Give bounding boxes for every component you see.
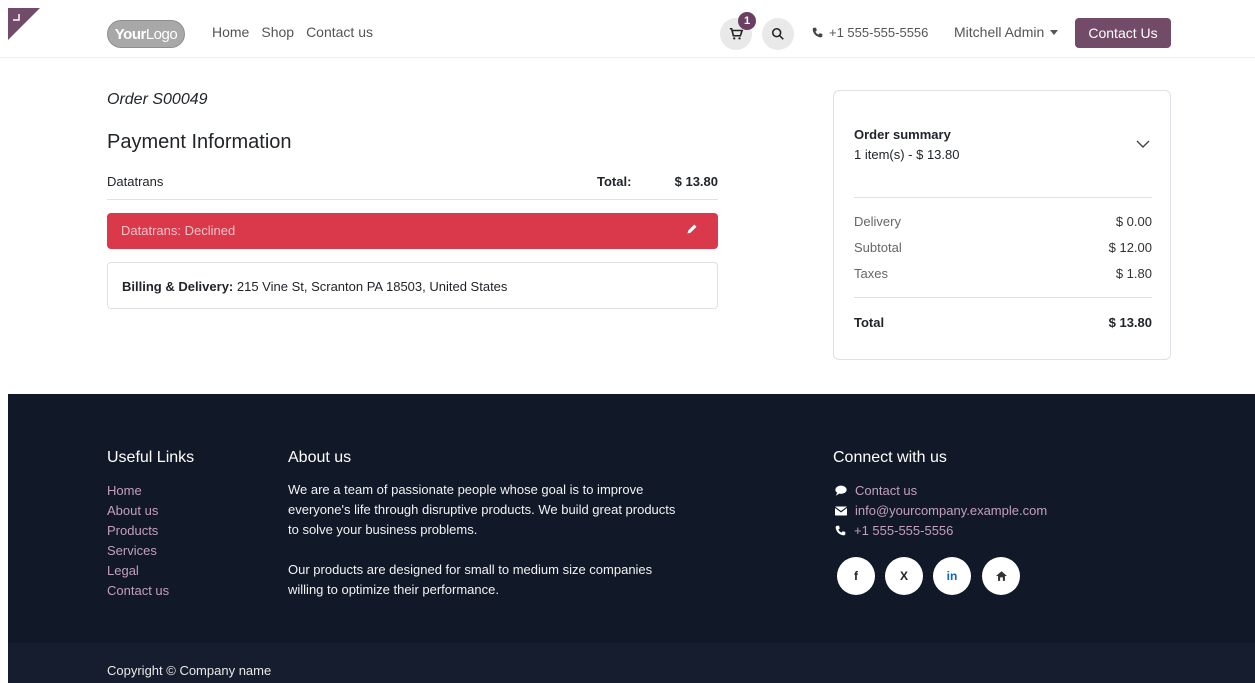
header-phone[interactable]: +1 555-555-5556 xyxy=(812,25,928,40)
facebook-icon[interactable]: f xyxy=(837,557,875,595)
total-value: $ 13.80 xyxy=(674,174,718,189)
row-label: Taxes xyxy=(854,266,888,281)
footer-link-home[interactable]: Home xyxy=(107,483,142,498)
order-summary-card: Order summary 1 item(s) - $ 13.80 Delive… xyxy=(833,90,1171,360)
about-line-2: everyone's life through disruptive produ… xyxy=(288,502,676,517)
chat-bubble-icon xyxy=(835,485,847,496)
summary-row-taxes: Taxes $ 1.80 xyxy=(854,266,1152,281)
footer-link-legal[interactable]: Legal xyxy=(107,563,139,578)
row-label: Delivery xyxy=(854,214,901,229)
chevron-down-icon[interactable] xyxy=(1136,139,1150,149)
about-line-1: We are a team of passionate people whose… xyxy=(288,482,644,497)
home-icon[interactable] xyxy=(982,557,1020,595)
phone-icon xyxy=(835,525,846,536)
nav-shop[interactable]: Shop xyxy=(261,24,294,40)
useful-links-title: Useful Links xyxy=(107,449,195,466)
divider xyxy=(854,297,1152,298)
search-icon xyxy=(771,27,784,40)
cart-button[interactable]: 1 xyxy=(720,12,756,50)
billing-delivery-box: Billing & Delivery: 215 Vine St, Scranto… xyxy=(107,262,718,309)
summary-row-subtotal: Subtotal $ 12.00 xyxy=(854,240,1152,255)
site-header: YourLogo Home Shop Contact us 1 +1 555-5… xyxy=(0,0,1255,58)
phone-number: +1 555-555-5556 xyxy=(829,25,929,40)
chevron-down-icon xyxy=(1050,29,1059,35)
connect-email-label: info@yourcompany.example.com xyxy=(855,503,1048,518)
payment-status-text: Datatrans: Declined xyxy=(121,223,236,238)
house-icon xyxy=(995,571,1007,581)
footer-link-about[interactable]: About us xyxy=(107,503,158,518)
about-line-4: Our products are designed for small to m… xyxy=(288,562,653,577)
row-label: Subtotal xyxy=(854,240,902,255)
order-title: Order S00049 xyxy=(107,91,208,108)
logo-brand: Your xyxy=(114,25,147,43)
footer-link-services[interactable]: Services xyxy=(107,543,157,558)
phone-icon xyxy=(812,27,823,38)
search-button[interactable] xyxy=(762,18,794,50)
connect-email[interactable]: info@yourcompany.example.com xyxy=(835,503,1047,518)
envelope-icon xyxy=(835,506,847,515)
divider xyxy=(854,197,1152,198)
payment-title: Payment Information xyxy=(107,131,292,153)
summary-row-delivery: Delivery $ 0.00 xyxy=(854,214,1152,229)
contact-us-button[interactable]: Contact Us xyxy=(1075,18,1171,48)
connect-contact[interactable]: Contact us xyxy=(835,483,917,498)
total-label: Total xyxy=(854,315,885,330)
main-nav: Home Shop Contact us xyxy=(212,24,373,40)
footer-link-products[interactable]: Products xyxy=(107,523,158,538)
cart-count-badge: 1 xyxy=(738,12,756,30)
summary-total: Total $ 13.80 xyxy=(854,315,1152,330)
row-value: $ 12.00 xyxy=(1108,240,1152,255)
logo-rest: Logo xyxy=(145,25,178,43)
about-title: About us xyxy=(288,449,352,466)
user-menu[interactable]: Mitchell Admin xyxy=(954,24,1059,40)
provider-name: Datatrans xyxy=(107,174,164,189)
site-footer: Useful Links Home About us Products Serv… xyxy=(8,394,1255,683)
billing-label: Billing & Delivery: xyxy=(122,279,234,294)
connect-phone[interactable]: +1 555-555-5556 xyxy=(835,523,953,538)
connect-phone-label: +1 555-555-5556 xyxy=(854,523,954,538)
connect-title: Connect with us xyxy=(833,449,947,466)
total-label: Total: xyxy=(597,174,632,189)
about-line-5: willing to optimize their performance. xyxy=(288,582,499,597)
row-value: $ 1.80 xyxy=(1115,266,1152,281)
summary-subtitle: 1 item(s) - $ 13.80 xyxy=(854,147,960,162)
cart-icon xyxy=(729,27,743,40)
site-logo[interactable]: YourLogo xyxy=(107,20,185,48)
payment-status-alert: Datatrans: Declined xyxy=(107,213,718,249)
connect-contact-label: Contact us xyxy=(855,483,918,498)
total-value: $ 13.80 xyxy=(1108,315,1152,330)
summary-title: Order summary xyxy=(854,127,951,142)
linkedin-icon[interactable]: in xyxy=(933,557,971,595)
x-twitter-icon[interactable]: X xyxy=(885,557,923,595)
copyright-text: Copyright © Company name xyxy=(107,663,272,678)
row-value: $ 0.00 xyxy=(1115,214,1152,229)
nav-contact[interactable]: Contact us xyxy=(306,24,373,40)
billing-address: 215 Vine St, Scranton PA 18503, United S… xyxy=(236,279,508,294)
about-line-3: to solve your business problems. xyxy=(288,522,478,537)
user-name: Mitchell Admin xyxy=(954,24,1045,40)
edit-icon[interactable] xyxy=(686,223,698,235)
footer-link-contact[interactable]: Contact us xyxy=(107,583,169,598)
nav-home[interactable]: Home xyxy=(212,24,249,40)
provider-row: Datatrans Total: $ 13.80 xyxy=(107,172,718,200)
